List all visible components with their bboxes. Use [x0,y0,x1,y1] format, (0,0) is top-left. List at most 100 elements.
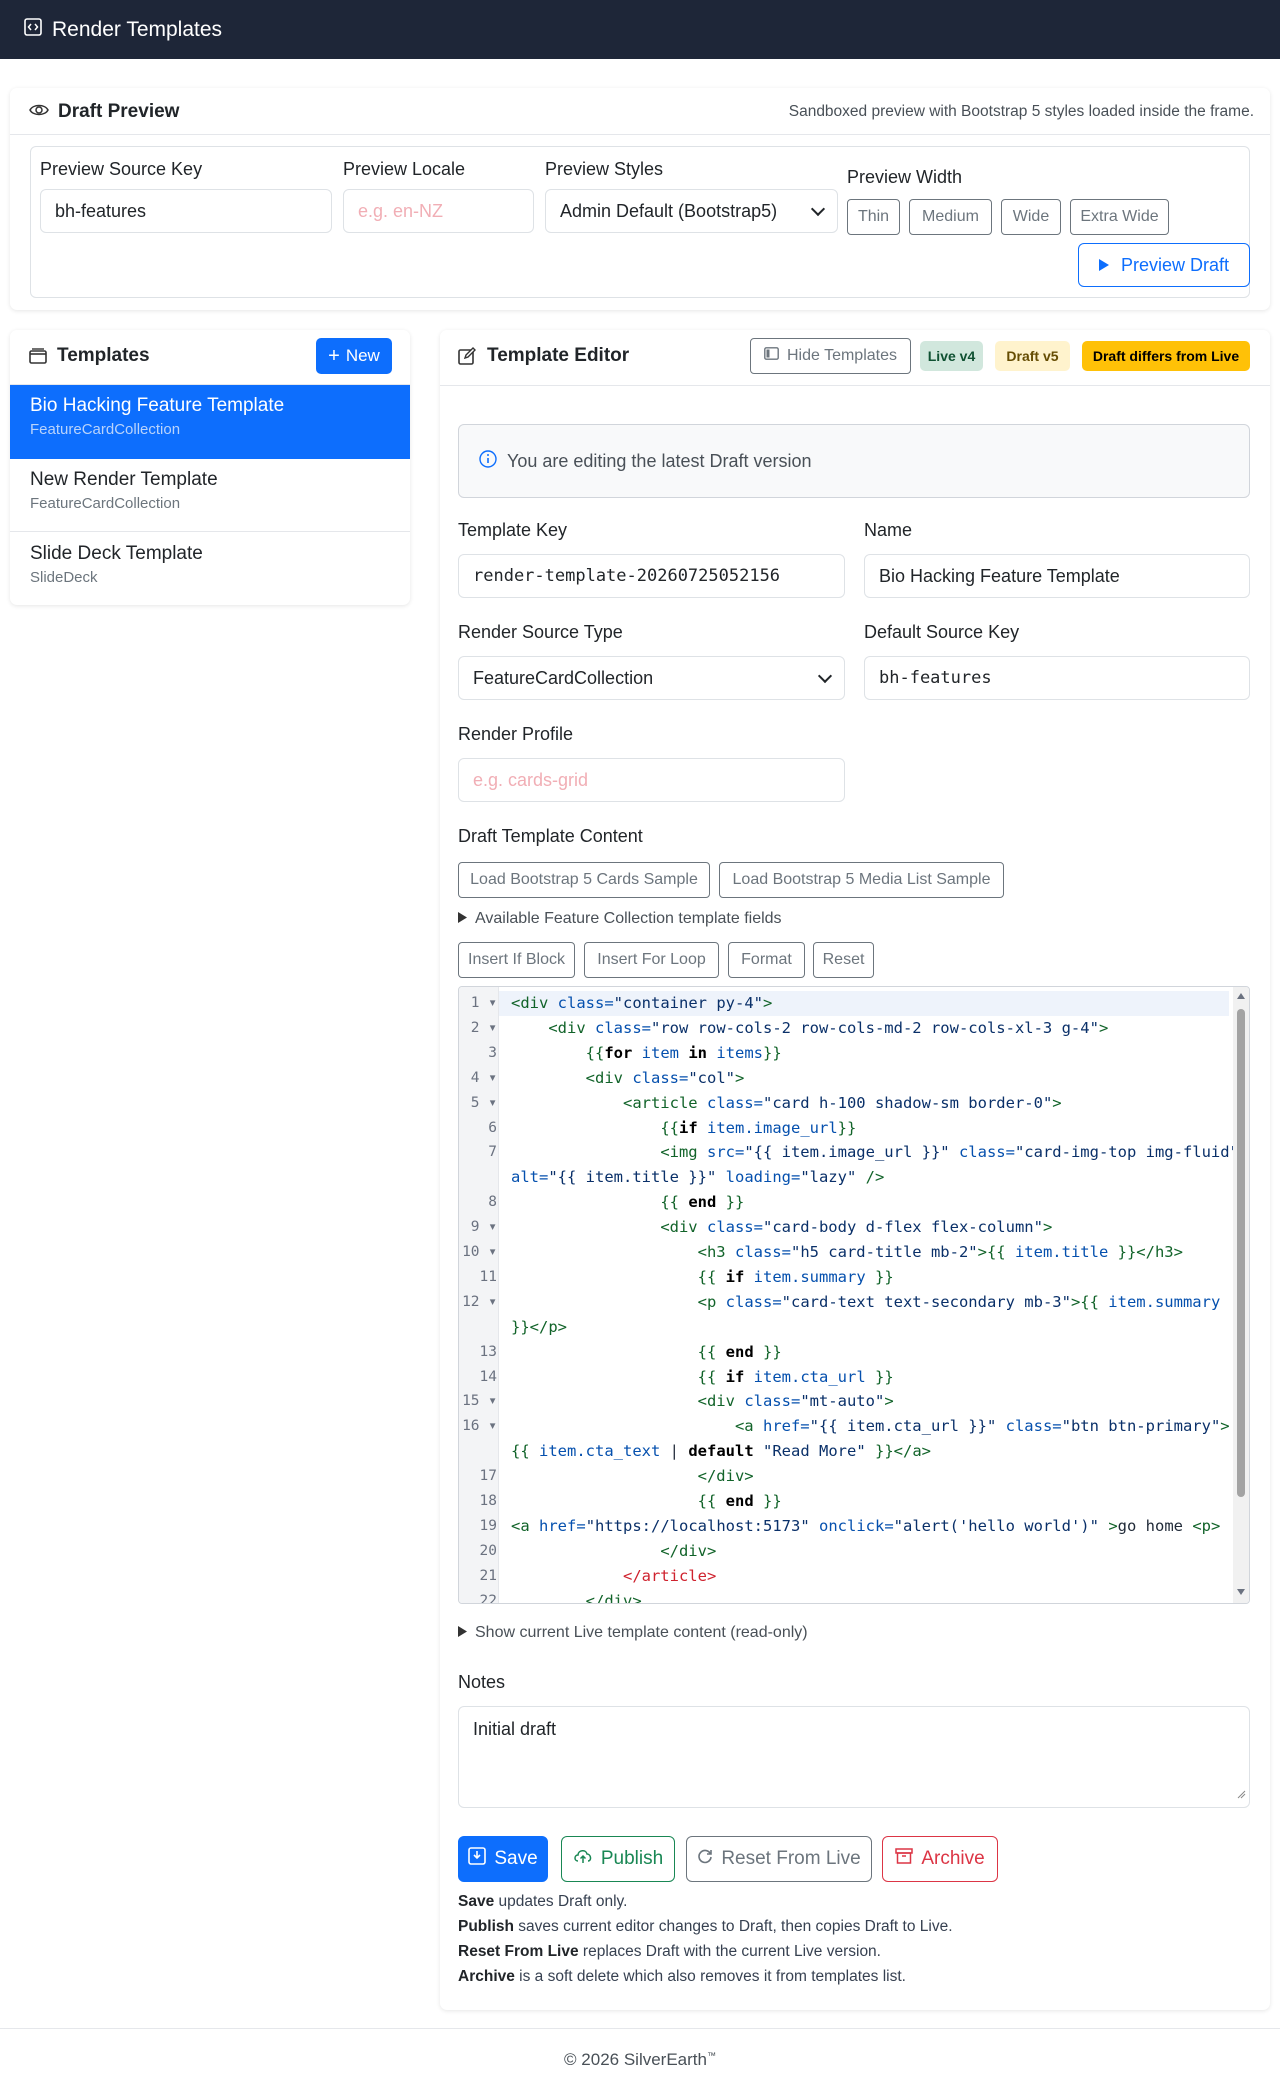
line-number: 14 [479,1368,497,1385]
publish-button[interactable]: Publish [561,1836,675,1882]
editor-header-divider [440,385,1270,386]
triangle-right-icon [458,1624,467,1642]
preview-draft-label: Preview Draft [1120,254,1230,275]
line-number: 13 [479,1343,497,1360]
line-number: 7 [488,1144,497,1161]
line-number: 4 ▾ [470,1069,497,1086]
code-text: {{ end }} [697,1492,782,1510]
new-template-button[interactable]: + New [316,338,392,374]
scroll-down-arrow[interactable] [1237,1589,1245,1595]
preview-source-key-label: Preview Source Key [40,159,203,179]
code-line: 14 {{ if item.cta_url }} [459,1365,1229,1390]
width-thin-button[interactable]: Thin [847,199,900,235]
help-publish: Publish saves current editor changes to … [458,1918,953,1935]
code-text: </div> [697,1467,754,1486]
line-number: 6 [488,1119,497,1136]
code-text: <img src="{{ item.image_url }}" class="c… [660,1143,1239,1162]
fields-summary-toggle[interactable]: Available Feature Collection template fi… [458,910,782,928]
width-extra-wide-button[interactable]: Extra Wide [1070,199,1169,235]
code-text: <div class="card-body d-flex flex-column… [660,1218,1053,1237]
line-number: 17 [479,1468,497,1485]
draft-differs-badge: Draft differs from Live [1082,341,1250,371]
insert-if-block-button[interactable]: Insert If Block [458,942,575,978]
code-line: 17 </div> [459,1464,1229,1489]
render-profile-input[interactable]: e.g. cards-grid [458,758,845,802]
code-text: </article> [622,1566,717,1585]
help-archive: Archive is a soft delete which also remo… [458,1968,906,1985]
line-number: 9 ▾ [470,1219,497,1236]
template-list-item[interactable]: New Render Template FeatureCardCollectio… [10,459,410,532]
template-editor-title: Template Editor [487,345,630,366]
code-line: 16 ▾ <a href="{{ item.cta_url }}" class=… [459,1414,1230,1439]
code-line: 15 ▾ <div class="mt-auto"> [459,1389,1229,1414]
preview-locale-placeholder: e.g. en-NZ [358,200,444,221]
template-list-item[interactable]: Bio Hacking Feature Template FeatureCard… [10,385,410,459]
draft-preview-card: Draft Preview Sandboxed preview with Boo… [10,88,1270,310]
cloud-upload-icon [573,1848,593,1870]
code-line: 8 {{ end }} [459,1190,1229,1215]
template-list-item[interactable]: Slide Deck Template SlideDeck [10,533,410,606]
live-version-badge: Live v4 [920,341,983,371]
preview-draft-button[interactable]: Preview Draft [1078,243,1250,287]
code-text: {{for item in items}} [585,1043,782,1062]
preview-styles-select[interactable]: Admin Default (Bootstrap5) [545,189,838,233]
line-number: 20 [479,1542,497,1559]
width-wide-button[interactable]: Wide [1001,199,1061,235]
template-key-input[interactable]: render-template-20260725052156 [458,554,845,598]
insert-for-loop-button[interactable]: Insert For Loop [584,942,719,978]
hide-templates-button[interactable]: Hide Templates [750,338,911,374]
render-profile-placeholder: e.g. cards-grid [473,769,589,790]
fields-summary-text: Available Feature Collection template fi… [475,910,782,927]
code-text: <div class="mt-auto"> [697,1392,894,1411]
code-text: <div class="col"> [585,1068,745,1087]
reset-from-live-button[interactable]: Reset From Live [686,1836,872,1882]
template-key-label: Template Key [458,520,568,540]
refresh-icon [697,1848,713,1870]
line-number: 10 ▾ [462,1244,497,1260]
render-source-type-select[interactable]: FeatureCardCollection [458,656,845,700]
code-editor[interactable]: 1 ▾ <div class="container py-4"> 2 ▾ <div … [458,986,1250,1604]
live-content-toggle[interactable]: Show current Live template content (read… [458,1624,808,1642]
footer-copyright: © 2026 SilverEarth [564,2050,707,2069]
resize-handle-icon[interactable] [1236,1783,1246,1804]
default-source-key-label: Default Source Key [864,622,1020,642]
load-cards-sample-button[interactable]: Load Bootstrap 5 Cards Sample [458,862,710,898]
load-media-list-sample-button[interactable]: Load Bootstrap 5 Media List Sample [719,862,1004,898]
archive-button[interactable]: Archive [882,1836,998,1882]
code-text: <article class="card h-100 shadow-sm bor… [622,1093,1062,1112]
info-circle-icon [479,449,497,473]
code-text: <div class="container py-4"> [511,994,773,1012]
save-button[interactable]: Save [458,1836,548,1882]
new-template-label: New [345,346,380,365]
name-label: Name [864,520,913,540]
format-button[interactable]: Format [728,942,805,978]
code-line: 10 ▾ <h3 class="h5 card-title mb-2">{{ i… [459,1240,1229,1265]
code-line: 6 {{if item.image_url}} [459,1116,1229,1141]
notes-textarea[interactable]: Initial draft [458,1706,1250,1808]
footer-trademark: ™ [706,2050,716,2061]
code-line: 18 {{ end }} [459,1489,1229,1514]
code-scrollbar[interactable] [1233,987,1249,1603]
archive-icon [895,1848,914,1870]
name-input[interactable]: Bio Hacking Feature Template [864,554,1250,598]
reset-button[interactable]: Reset [813,942,874,978]
preview-source-key-input[interactable]: bh-features [40,189,332,233]
code-line: 2 ▾ <div class="row row-cols-2 row-cols-… [459,1016,1229,1041]
render-source-type-value: FeatureCardCollection [473,667,654,688]
notes-label: Notes [458,1672,506,1692]
code-line: }}</p> [459,1315,1229,1340]
width-medium-button[interactable]: Medium [909,199,992,235]
code-text: {{if item.image_url}} [660,1118,857,1137]
template-key-value: render-template-20260725052156 [473,566,781,586]
draft-preview-title: Draft Preview [58,101,180,122]
code-line: 7 <img src="{{ item.image_url }}" class=… [459,1140,1239,1165]
help-save: Save updates Draft only. [458,1893,628,1910]
scroll-up-arrow[interactable] [1237,993,1245,999]
code-text: <a href="{{ item.cta_url }}" class="btn … [734,1417,1230,1436]
template-item-title: Bio Hacking Feature Template [30,395,285,416]
preview-locale-input[interactable]: e.g. en-NZ [343,189,534,233]
template-item-subtitle: FeatureCardCollection [30,421,181,438]
code-text: <a href="https://localhost:5173" onclick… [511,1516,1221,1535]
default-source-key-input[interactable]: bh-features [864,656,1250,700]
scroll-thumb[interactable] [1237,1009,1245,1497]
